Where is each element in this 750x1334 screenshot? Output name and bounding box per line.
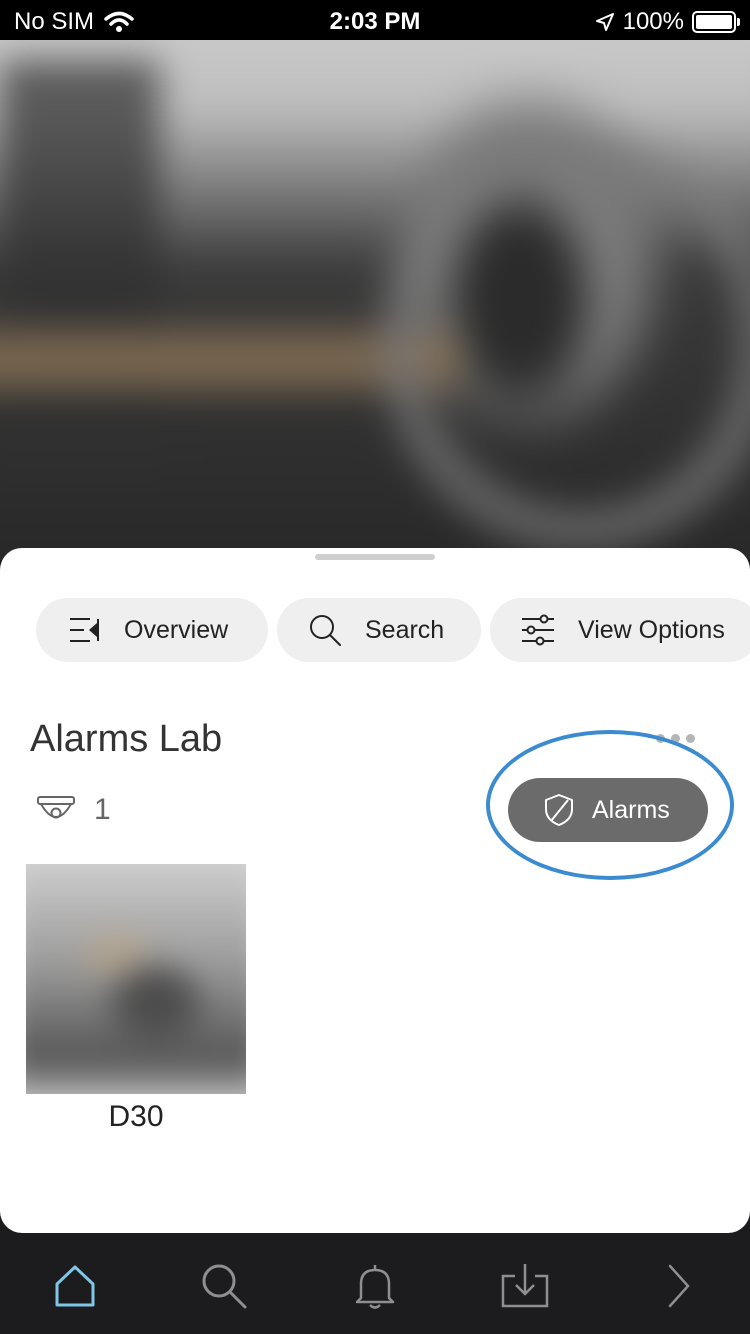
overview-label: Overview [124, 615, 229, 644]
overview-icon [64, 610, 104, 650]
search-label: Search [365, 615, 445, 644]
view-options-button[interactable]: View Options [490, 598, 750, 662]
site-bottom-sheet: Overview Search View Options Alarms Lab … [0, 548, 750, 1233]
camera-count-value: 1 [94, 793, 111, 826]
battery-icon [692, 11, 740, 33]
camera-thumbnail[interactable] [26, 864, 246, 1094]
chevron-right-icon [668, 1264, 690, 1308]
tab-home[interactable] [45, 1256, 105, 1316]
camera-feed-image [0, 40, 750, 560]
tab-bar [0, 1234, 750, 1334]
battery-percent: 100% [622, 8, 684, 35]
home-icon [55, 1265, 95, 1307]
tab-alerts[interactable] [345, 1256, 405, 1316]
camera-live-view[interactable] [0, 40, 750, 560]
search-icon [305, 610, 345, 650]
battery-fill [696, 15, 732, 29]
camera-name: D30 [108, 1100, 164, 1133]
sliders-icon [518, 610, 558, 650]
status-bar: No SIM 2:03 PM 100% [0, 0, 750, 40]
search-button[interactable]: Search [277, 598, 481, 662]
site-title: Alarms Lab [30, 718, 223, 760]
toolbar-chips: Overview Search View Options [36, 598, 750, 662]
camera-thumbnail-image [26, 864, 246, 1094]
location-arrow-icon [595, 13, 614, 31]
sheet-grabber[interactable] [315, 554, 435, 560]
tab-search[interactable] [194, 1256, 254, 1316]
tab-downloads[interactable] [495, 1256, 555, 1316]
search-icon [202, 1264, 247, 1309]
bell-icon [355, 1265, 395, 1309]
camera-count: 1 [36, 793, 111, 827]
view-options-label: View Options [578, 615, 725, 644]
dome-camera-icon [37, 796, 75, 819]
alarms-label: Alarms [592, 795, 670, 824]
shield-off-icon [545, 794, 573, 826]
alarms-button[interactable]: Alarms [508, 778, 708, 842]
download-tray-icon [501, 1264, 549, 1308]
tab-more[interactable] [648, 1256, 708, 1316]
overview-button[interactable]: Overview [36, 598, 268, 662]
